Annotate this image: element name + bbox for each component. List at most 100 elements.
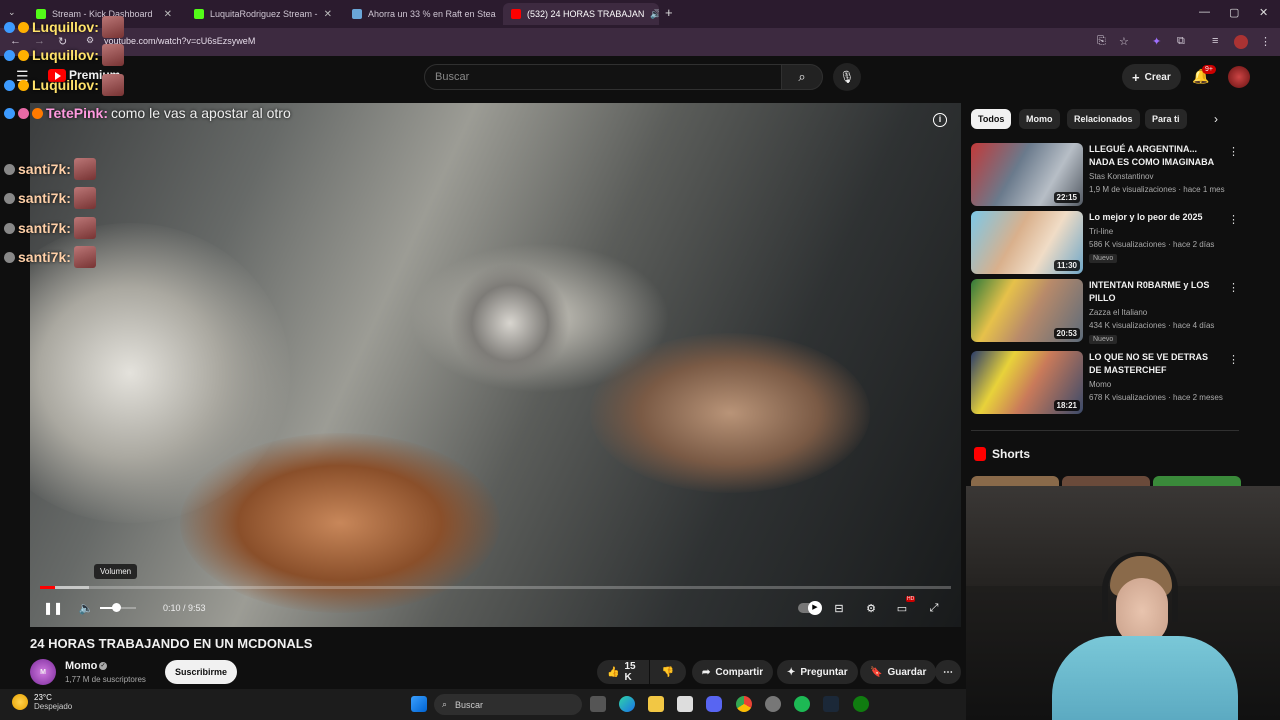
like-button[interactable]: 👍 15 K	[597, 660, 649, 684]
info-icon[interactable]: i	[933, 113, 947, 127]
search-input[interactable]: Buscar	[424, 64, 782, 90]
search-button[interactable]: ⌕	[781, 64, 823, 90]
tab-youtube-video[interactable]: (532) 24 HORAS TRABAJAN 🔊 ✕	[503, 3, 659, 25]
create-button[interactable]: + Crear	[1122, 64, 1181, 90]
pause-button[interactable]: ❚❚	[42, 597, 64, 619]
chip-momo[interactable]: Momo	[1019, 109, 1060, 129]
account-avatar[interactable]	[1228, 66, 1250, 88]
chevron-right-icon[interactable]: ›	[1214, 112, 1218, 126]
tab-luquita-stream[interactable]: LuquitaRodriguez Stream - ✕	[186, 3, 338, 25]
ask-button[interactable]: ✦ Preguntar	[777, 660, 858, 684]
install-app-icon[interactable]: ⎘	[1097, 35, 1106, 48]
settings-button[interactable]: ⚙	[861, 599, 881, 617]
task-view-icon[interactable]	[590, 696, 606, 712]
minimize-icon[interactable]: —	[1199, 6, 1210, 18]
save-button[interactable]: 🔖 Guardar	[860, 660, 937, 684]
tab-title: (532) 24 HORAS TRABAJAN	[527, 9, 645, 19]
verified-icon: ✓	[99, 662, 107, 670]
recommendation-channel[interactable]: Zazza el Italiano	[1089, 308, 1147, 317]
tab-search-icon[interactable]: ≡	[1212, 35, 1218, 47]
share-button[interactable]: ➦ Compartir	[692, 660, 774, 684]
chat-username: santi7k:	[18, 220, 71, 236]
tab-title: LuquitaRodriguez Stream -	[210, 9, 318, 19]
spotify-icon[interactable]	[794, 696, 810, 712]
recommendation-item[interactable]: 20:53 INTENTAN R0BARME y LOS PILLO Zazza…	[971, 279, 1241, 344]
subtitles-button[interactable]: ⊟	[829, 599, 849, 617]
video-thumbnail[interactable]: 11:30	[971, 211, 1083, 274]
bookmark-star-icon[interactable]: ☆	[1119, 35, 1129, 48]
recommendation-title[interactable]: INTENTAN R0BARME y LOS PILLO	[1089, 279, 1219, 305]
recommendation-title[interactable]: LLEGUÉ A ARGENTINA... NADA ES COMO IMAGI…	[1089, 143, 1219, 169]
steam-icon[interactable]	[823, 696, 839, 712]
tab-steam-raft[interactable]: Ahorra un 33 % en Raft en Stea ✕	[344, 3, 500, 25]
voice-search-button[interactable]: 🎙	[833, 63, 861, 91]
more-options-icon[interactable]: ⋮	[1228, 281, 1239, 294]
browser-menu-icon[interactable]: ⋮	[1260, 35, 1271, 48]
theater-mode-button[interactable]: ▭	[892, 599, 912, 617]
video-title: 24 HORAS TRABAJANDO EN UN MCDONALS	[30, 636, 313, 651]
short-thumbnail[interactable]	[971, 476, 1059, 486]
profile-avatar[interactable]	[1234, 35, 1248, 49]
video-thumbnail[interactable]: 20:53	[971, 279, 1083, 342]
recommendation-channel[interactable]: Tri-line	[1089, 227, 1113, 236]
taskbar-search-input[interactable]: ⌕ Buscar	[434, 694, 582, 715]
xbox-icon[interactable]	[853, 696, 869, 712]
more-actions-button[interactable]: ⋯	[935, 660, 961, 684]
more-options-icon[interactable]: ⋮	[1228, 353, 1239, 366]
edge-icon[interactable]	[619, 696, 635, 712]
maximize-icon[interactable]: ▢	[1229, 6, 1239, 19]
chat-badge-icon	[18, 107, 29, 119]
mute-button[interactable]: 🔈	[75, 597, 97, 619]
chip-relacionados[interactable]: Relacionados	[1067, 109, 1140, 129]
chat-badge-icon	[18, 79, 29, 91]
chat-badge-icon	[4, 107, 15, 119]
recommendation-item[interactable]: 22:15 LLEGUÉ A ARGENTINA... NADA ES COMO…	[971, 143, 1241, 207]
audio-playing-icon[interactable]: 🔊	[650, 9, 659, 20]
app-icon[interactable]	[765, 696, 781, 712]
chip-todos[interactable]: Todos	[971, 109, 1012, 129]
chip-para-ti[interactable]: Para ti	[1145, 109, 1187, 129]
extensions-puzzle-icon[interactable]: ⧉	[1177, 35, 1185, 48]
kick-icon	[194, 9, 204, 19]
close-window-icon[interactable]: ✕	[1259, 6, 1268, 19]
more-options-icon[interactable]: ⋮	[1228, 145, 1239, 158]
video-player[interactable]: i Volumen ❚❚ 🔈 0:10 / 9:53 ▶ ⊟ ⚙ HD ▭ ⤢	[30, 103, 961, 627]
channel-name[interactable]: Momo	[65, 660, 97, 672]
chat-message: santi7k:	[4, 217, 96, 239]
fullscreen-button[interactable]: ⤢	[924, 599, 944, 617]
recommendation-item[interactable]: 18:21 LO QUE NO SE VE DETRAS DE MASTERCH…	[971, 351, 1241, 415]
file-explorer-icon[interactable]	[648, 696, 664, 712]
theater-icon: ▭	[896, 602, 908, 615]
recommendation-channel[interactable]: Momo	[1089, 380, 1111, 389]
windows-start-icon[interactable]	[411, 696, 427, 712]
volume-slider-handle[interactable]	[112, 603, 122, 612]
close-icon[interactable]: ✕	[324, 9, 332, 20]
extension-icon[interactable]: ✦	[1152, 35, 1161, 48]
volume-icon: 🔈	[78, 601, 94, 615]
volume-slider[interactable]	[100, 603, 136, 612]
discord-icon[interactable]	[706, 696, 722, 712]
chat-badge-icon	[4, 192, 15, 204]
video-thumbnail[interactable]: 22:15	[971, 143, 1083, 206]
store-icon[interactable]	[677, 696, 693, 712]
close-icon[interactable]: ✕	[164, 9, 172, 20]
url-field[interactable]: youtube.com/watch?v=cU6sEzsyweM	[104, 36, 255, 46]
progress-bar[interactable]	[40, 586, 951, 589]
pause-icon: ❚❚	[42, 601, 64, 615]
recommendation-title[interactable]: LO QUE NO SE VE DETRAS DE MASTERCHEF	[1089, 351, 1219, 377]
subscribe-button[interactable]: Suscribirme	[165, 660, 238, 684]
recommendation-title[interactable]: Lo mejor y lo peor de 2025	[1089, 211, 1219, 224]
autoplay-toggle[interactable]: ▶	[798, 601, 822, 615]
weather-widget[interactable]: 23°C Despejado	[12, 693, 72, 711]
short-thumbnail[interactable]	[1153, 476, 1241, 486]
recommendation-item[interactable]: 11:30 Lo mejor y lo peor de 2025 Tri-lin…	[971, 211, 1241, 275]
chrome-icon[interactable]	[736, 696, 752, 712]
recommendation-channel[interactable]: Stas Konstantinov	[1089, 172, 1153, 181]
dislike-button[interactable]: 👎	[650, 660, 686, 684]
short-thumbnail[interactable]	[1062, 476, 1150, 486]
more-options-icon[interactable]: ⋮	[1228, 213, 1239, 226]
chat-emote	[73, 246, 96, 268]
video-thumbnail[interactable]: 18:21	[971, 351, 1083, 414]
new-tab-button[interactable]: +	[665, 5, 673, 20]
channel-avatar[interactable]: M	[30, 659, 56, 685]
